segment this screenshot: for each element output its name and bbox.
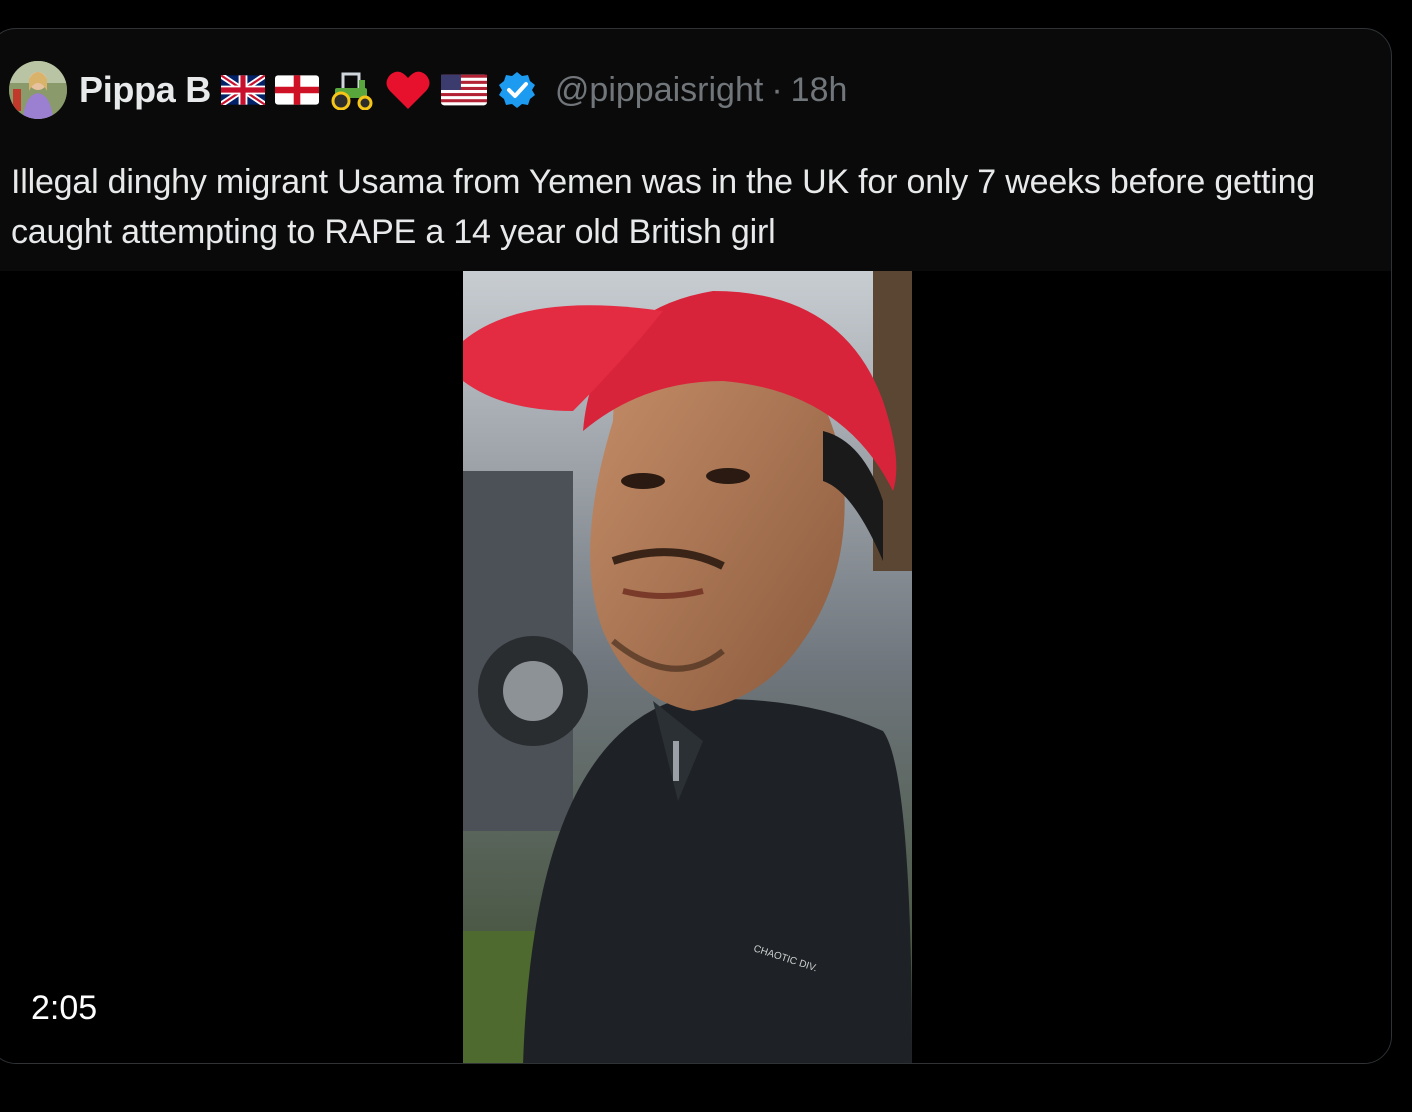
avatar[interactable]	[9, 61, 67, 119]
timestamp[interactable]: 18h	[791, 71, 848, 110]
media-container: CHAOTIC DIV. 2:05	[0, 271, 1391, 1063]
england-flag-icon	[274, 75, 319, 105]
separator-dot: ·	[771, 70, 783, 109]
video-duration: 2:05	[31, 989, 98, 1027]
video-player[interactable]: CHAOTIC DIV.	[463, 271, 912, 1063]
us-flag-icon	[440, 74, 487, 106]
red-heart-icon	[385, 69, 431, 111]
tweet-header: Pippa B @pippaisright · 18h	[9, 57, 847, 123]
display-name[interactable]: Pippa B	[79, 69, 211, 111]
uk-flag-icon	[220, 75, 265, 105]
tweet-card[interactable]: Pippa B @pippaisright · 18h Illegal ding…	[0, 28, 1392, 1064]
tweet-text: Illegal dinghy migrant Usama from Yemen …	[11, 163, 1316, 251]
tractor-icon	[329, 70, 375, 110]
verified-badge-icon[interactable]	[497, 70, 537, 110]
handle[interactable]: @pippaisright	[555, 71, 763, 110]
